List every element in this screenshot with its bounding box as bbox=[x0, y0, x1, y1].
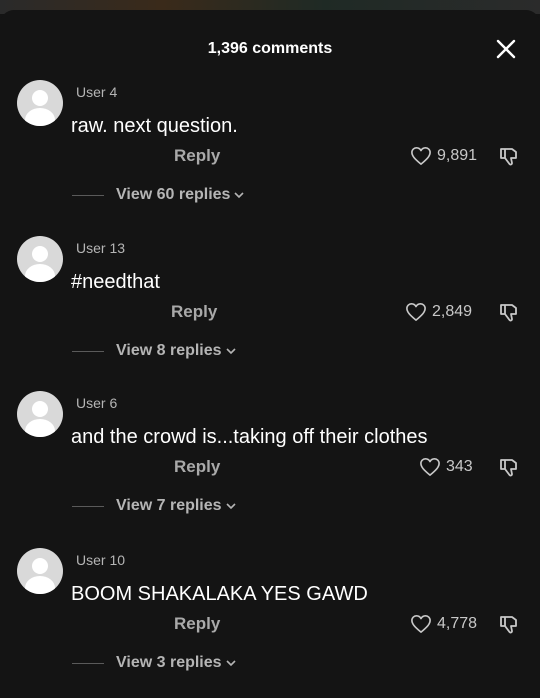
view-replies-label: View 8 replies bbox=[116, 342, 222, 359]
like-count: 9,891 bbox=[437, 147, 478, 164]
dislike-button[interactable] bbox=[497, 300, 521, 324]
thumbs-down-icon bbox=[500, 148, 517, 166]
heart-icon bbox=[406, 303, 426, 321]
view-replies-link[interactable]: View 3 replies bbox=[72, 654, 237, 672]
comment-item: User 10 BOOM SHAKALAKA YES GAWD Reply 4,… bbox=[0, 548, 540, 698]
thumbs-down-icon bbox=[500, 616, 517, 634]
avatar[interactable] bbox=[17, 236, 63, 282]
like-button[interactable]: 4,778 bbox=[410, 612, 477, 636]
like-button[interactable]: 343 bbox=[419, 455, 473, 479]
comment-text: raw. next question. bbox=[71, 115, 238, 137]
avatar[interactable] bbox=[17, 391, 63, 437]
comment-username[interactable]: User 10 bbox=[76, 552, 125, 568]
comment-username[interactable]: User 4 bbox=[76, 84, 117, 100]
divider-line bbox=[72, 662, 104, 664]
thumbs-down-icon bbox=[500, 459, 517, 477]
chevron-down-icon bbox=[225, 503, 236, 510]
reply-button[interactable]: Reply bbox=[174, 146, 220, 166]
dislike-button[interactable] bbox=[497, 612, 521, 636]
view-replies-label: View 7 replies bbox=[116, 497, 222, 514]
comment-username[interactable]: User 6 bbox=[76, 395, 117, 411]
divider-line bbox=[72, 194, 104, 196]
reply-button[interactable]: Reply bbox=[174, 614, 220, 634]
view-replies-link[interactable]: View 8 replies bbox=[72, 342, 237, 360]
like-count: 4,778 bbox=[437, 615, 478, 632]
comment-text: and the crowd is...taking off their clot… bbox=[71, 426, 428, 448]
view-replies-label: View 3 replies bbox=[116, 654, 222, 671]
comment-username[interactable]: User 13 bbox=[76, 240, 125, 256]
like-count: 343 bbox=[446, 458, 473, 475]
chevron-down-icon bbox=[234, 192, 245, 199]
divider-line bbox=[72, 350, 104, 352]
comment-text: BOOM SHAKALAKA YES GAWD bbox=[71, 583, 368, 605]
heart-icon bbox=[420, 458, 440, 476]
like-button[interactable]: 9,891 bbox=[410, 144, 477, 168]
dislike-button[interactable] bbox=[497, 455, 521, 479]
close-button[interactable] bbox=[494, 37, 518, 61]
view-replies-link[interactable]: View 7 replies bbox=[72, 497, 237, 515]
like-count: 2,849 bbox=[432, 303, 473, 320]
comment-text: #needthat bbox=[71, 271, 160, 293]
view-replies-label: View 60 replies bbox=[116, 186, 231, 203]
close-icon bbox=[496, 39, 516, 59]
avatar[interactable] bbox=[17, 548, 63, 594]
heart-icon bbox=[411, 147, 431, 165]
divider-line bbox=[72, 505, 104, 507]
comment-item: User 4 raw. next question. Reply 9,891 V… bbox=[0, 80, 540, 230]
comment-item: User 6 and the crowd is...taking off the… bbox=[0, 391, 540, 541]
reply-button[interactable]: Reply bbox=[171, 302, 217, 322]
heart-icon bbox=[411, 615, 431, 633]
avatar[interactable] bbox=[17, 80, 63, 126]
like-button[interactable]: 2,849 bbox=[405, 300, 472, 324]
reply-button[interactable]: Reply bbox=[174, 457, 220, 477]
view-replies-link[interactable]: View 60 replies bbox=[72, 186, 245, 204]
thumbs-down-icon bbox=[500, 304, 517, 322]
comments-count-title: 1,396 comments bbox=[207, 40, 333, 57]
comment-item: User 13 #needthat Reply 2,849 View 8 rep… bbox=[0, 236, 540, 386]
dislike-button[interactable] bbox=[497, 144, 521, 168]
chevron-down-icon bbox=[225, 348, 236, 355]
chevron-down-icon bbox=[225, 660, 236, 667]
